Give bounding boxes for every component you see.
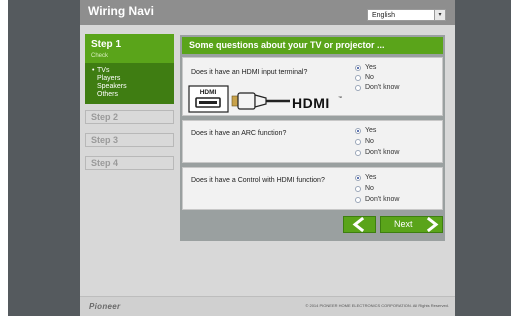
step-2: Step 2 [85, 110, 174, 124]
step-4-label: Step 4 [91, 158, 119, 168]
wiring-navi-window: Wiring Navi English ▾ Step 1 Check • TVs… [80, 0, 455, 316]
device-item-label: Others [97, 91, 119, 98]
question-control-with-hdmi: Does it have a Control with HDMI functio… [182, 167, 443, 210]
radio-icon[interactable] [355, 75, 361, 81]
hdmi-plug-body [237, 92, 256, 110]
chevron-left-icon [352, 216, 365, 233]
step-3: Step 3 [85, 133, 174, 147]
hdmi-cable-illustration: HDMI HDMI ™ [188, 85, 342, 113]
step-1: Step 1 Check • TVs Players Speakers Othe… [85, 34, 174, 104]
hdmi-port-slot [199, 101, 217, 104]
step-2-label: Step 2 [91, 112, 119, 122]
step-3-label: Step 3 [91, 135, 119, 145]
option-label: No [365, 74, 374, 81]
radio-selected-icon[interactable] [355, 65, 361, 71]
language-select[interactable]: English ▾ [367, 9, 446, 21]
chevron-left-path [352, 216, 365, 233]
radio-icon[interactable] [355, 197, 361, 203]
device-item-label: Speakers [97, 83, 127, 90]
next-button[interactable]: Next [380, 216, 443, 233]
option-label: No [365, 185, 374, 192]
option-label: No [365, 138, 374, 145]
step-1-subtitle: Check [91, 53, 109, 59]
hdmi-port-label: HDMI [200, 89, 217, 96]
option-label: Yes [365, 64, 377, 71]
option-label: Don't know [365, 149, 400, 156]
option-label: Don't know [365, 84, 400, 91]
question-banner: Some questions about your TV or projecto… [182, 37, 443, 54]
question-arc: Does it have an ARC function? Yes No Don… [182, 120, 443, 163]
radio-selected-icon[interactable] [355, 128, 361, 134]
question-hdmi-input: Does it have an HDMI input terminal? Yes… [182, 57, 443, 116]
device-item-players[interactable]: Players [97, 75, 120, 83]
question-text: Does it have an ARC function? [191, 130, 287, 137]
hdmi-plug-neck [254, 94, 267, 108]
device-item-tvs[interactable]: • TVs [92, 67, 110, 75]
radio-icon[interactable] [355, 150, 361, 156]
pioneer-logo: Pioneer [89, 302, 121, 311]
device-item-others[interactable]: Others [97, 91, 118, 99]
chevron-right-icon [426, 216, 439, 233]
radio-selected-icon[interactable] [355, 175, 361, 181]
device-item-speakers[interactable]: Speakers [97, 83, 127, 91]
option-label: Yes [365, 127, 377, 134]
back-button[interactable] [343, 216, 376, 233]
radio-icon[interactable] [355, 139, 361, 145]
hdmi-logo-icon: HDMI [292, 95, 330, 111]
step-1-title: Step 1 [91, 39, 122, 50]
hdmi-plug-tip [231, 95, 239, 107]
chevron-down-icon[interactable]: ▾ [434, 10, 445, 20]
next-button-label: Next [394, 219, 413, 229]
hdmi-trademark: ™ [338, 95, 342, 100]
bullet-icon: • [92, 67, 95, 74]
option-label: Don't know [365, 196, 400, 203]
question-text: Does it have an HDMI input terminal? [191, 69, 308, 76]
header-bar: Wiring Navi English ▾ [80, 0, 455, 25]
device-item-label: Players [97, 75, 121, 82]
chevron-right-path [426, 216, 439, 233]
question-text: Does it have a Control with HDMI functio… [191, 177, 325, 184]
step-1-device-list: • TVs Players Speakers Others [85, 63, 174, 104]
option-label: Yes [365, 174, 377, 181]
footer: Pioneer © 2014 PIONEER HOME ELECTRONICS … [80, 297, 455, 316]
page-title: Some questions about your TV or projecto… [189, 40, 385, 50]
screen: Wiring Navi English ▾ Step 1 Check • TVs… [0, 0, 516, 316]
copyright-text: © 2014 PIONEER HOME ELECTRONICS CORPORAT… [305, 303, 449, 308]
language-value: English [372, 12, 395, 19]
device-item-label: TVs [97, 67, 110, 74]
radio-icon[interactable] [355, 186, 361, 192]
step-4: Step 4 [85, 156, 174, 170]
app-title: Wiring Navi [88, 4, 154, 18]
